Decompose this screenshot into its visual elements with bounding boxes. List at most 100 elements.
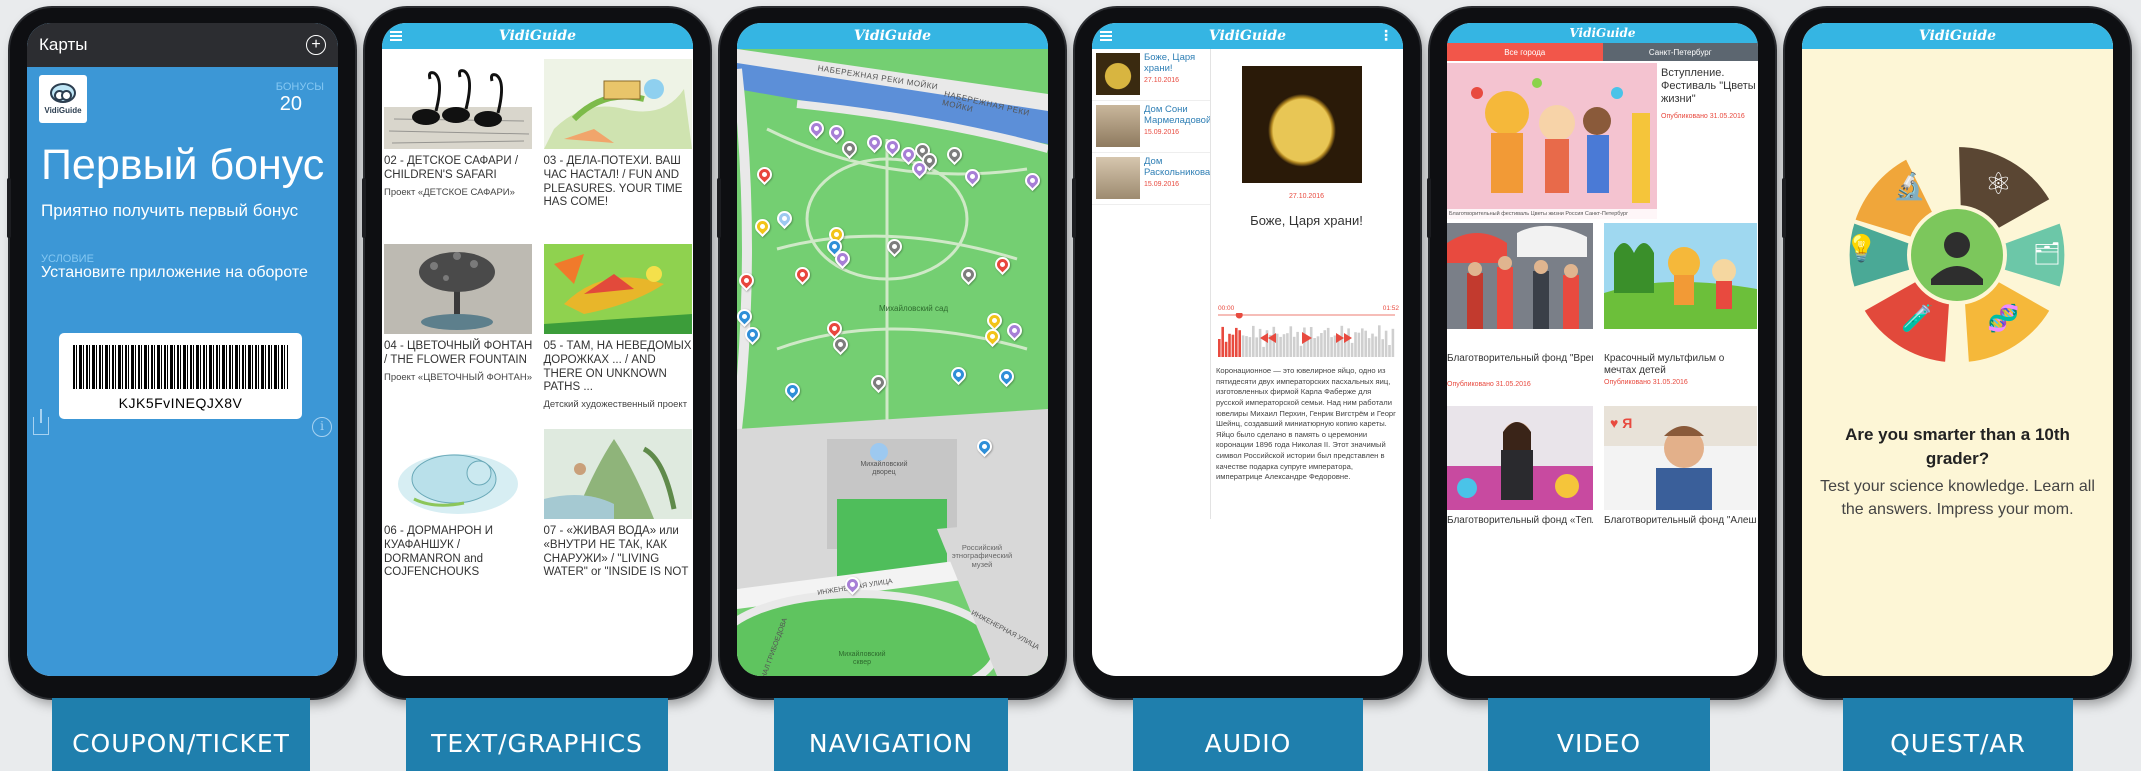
dna-icon[interactable]: 🧬 xyxy=(1987,303,2019,334)
info-icon[interactable]: i xyxy=(312,417,332,437)
waveform-bar xyxy=(1384,330,1388,357)
quest-heading: Are you smarter than a 10th grader? xyxy=(1845,425,2070,468)
faberge-egg-image xyxy=(1242,66,1362,183)
project-card[interactable]: 06 - ДОРМАНРОН И КУАФАНШУК / DORMANRON a… xyxy=(384,429,534,602)
video-thumb[interactable] xyxy=(1447,223,1593,329)
phone-coupon: Карты + VidiGuide БОНУСЫ 20 Первый бонус… xyxy=(7,8,355,698)
share-icon[interactable] xyxy=(33,409,49,435)
project-title: 03 - ДЕЛА-ПОТЕХИ. ВАШ ЧАС НАСТАЛ! / FUN … xyxy=(543,155,683,209)
quest-view: VidiGuide 🔬 ⚛ 🗂 🧬 🧪 💡 Are you smarter th… xyxy=(1802,23,2113,676)
video-date: Опубликовано 31.05.2016 xyxy=(1604,379,1688,386)
phone-audio: VidiGuide ⋮ Боже, Царя храни! 27.10.2016… xyxy=(1072,8,1420,698)
waveform-bar xyxy=(1275,333,1279,357)
video-thumb[interactable] xyxy=(1604,223,1757,329)
text-graphics-screen: VidiGuide 02 - ДЕТСКОЕ САФАРИ / CHILDREN… xyxy=(382,23,693,676)
waveform-bar xyxy=(1282,334,1286,357)
project-card[interactable]: 03 - ДЕЛА-ПОТЕХИ. ВАШ ЧАС НАСТАЛ! / FUN … xyxy=(543,59,694,232)
project-subtitle: Проект «ЦВЕТОЧНЫЙ ФОНТАН» xyxy=(384,371,532,383)
faberge-egg-thumb xyxy=(1096,53,1140,95)
map-label-square: Михайловский сквер xyxy=(838,651,886,666)
flask-icon[interactable]: 🧪 xyxy=(1901,303,1933,334)
waveform-bar xyxy=(1228,333,1231,357)
phone-quest-ar: VidiGuide 🔬 ⚛ 🗂 🧬 🧪 💡 Are you smarter th… xyxy=(1782,8,2130,698)
map-label-palace: Михайловский дворец xyxy=(860,461,908,476)
video-thumb[interactable]: ♥ Я xyxy=(1604,406,1757,510)
phone-text-graphics: VidiGuide 02 - ДЕТСКОЕ САФАРИ / CHILDREN… xyxy=(362,8,710,698)
atom-icon[interactable]: ⚛ xyxy=(1985,167,2012,202)
audio-item-title: Боже, Царя храни! xyxy=(1144,52,1196,74)
menu-icon[interactable] xyxy=(1100,31,1112,41)
waveform-bar xyxy=(1381,339,1384,357)
project-grid: 02 - ДЕТСКОЕ САФАРИ / CHILDREN'S SAFARI … xyxy=(382,49,693,602)
waveform-bar xyxy=(1224,341,1228,357)
fun-pleasures-illustration xyxy=(543,59,692,149)
dormanron-illustration xyxy=(384,429,532,519)
waveform-bar xyxy=(1252,325,1255,357)
app-header: VidiGuide xyxy=(1802,23,2113,49)
video-title[interactable]: Благотворительный фонд "Время жить" xyxy=(1447,353,1593,365)
waveform-bar xyxy=(1388,345,1391,357)
coupon-subtitle: Приятно получить первый бонус xyxy=(41,201,299,220)
featured-title[interactable]: Вступление. Фестиваль "Цветы жизни" xyxy=(1661,67,1757,107)
audio-list-item[interactable]: Боже, Царя храни! 27.10.2016 xyxy=(1092,49,1210,101)
waveform-bar xyxy=(1235,327,1238,357)
project-card[interactable]: 02 - ДЕТСКОЕ САФАРИ / CHILDREN'S SAFARI … xyxy=(384,59,534,232)
waveform-bar xyxy=(1371,333,1374,357)
flower-fountain-photo xyxy=(384,244,532,334)
waveform-bar xyxy=(1248,337,1252,357)
time-start: 00:00 xyxy=(1218,305,1235,312)
audio-item-title: Дом Раскольникова xyxy=(1144,156,1211,178)
waveform-bar xyxy=(1347,328,1350,357)
progress-knob[interactable] xyxy=(1235,311,1243,319)
waveform-bar xyxy=(1330,337,1333,357)
waveform-bar xyxy=(1361,328,1364,357)
app-title: VidiGuide xyxy=(498,28,577,44)
app-title: VidiGuide xyxy=(1569,26,1636,40)
audio-player[interactable] xyxy=(1218,311,1395,357)
add-icon[interactable]: + xyxy=(306,35,326,55)
app-title: VidiGuide xyxy=(853,28,932,44)
svg-text:♥ Я: ♥ Я xyxy=(1610,415,1632,431)
waveform-bar xyxy=(1218,339,1221,357)
app-header: VidiGuide xyxy=(1447,23,1758,43)
project-card[interactable]: 05 - ТАМ, НА НЕВЕДОМЫХ ДОРОЖКАХ ... / AN… xyxy=(543,244,694,417)
waveform-bar xyxy=(1231,334,1235,357)
waveform-bar xyxy=(1286,333,1289,357)
video-title[interactable]: Благотворительный фонд "Алеша xyxy=(1604,515,1757,526)
city-tabs: Все города Санкт-Петербург xyxy=(1447,43,1758,61)
bonus-value: 20 xyxy=(279,93,302,115)
waveform-bar xyxy=(1367,338,1371,357)
lightbulb-icon[interactable]: 💡 xyxy=(1845,233,1877,264)
tab-saint-petersburg[interactable]: Санкт-Петербург xyxy=(1602,43,1758,61)
waveform-bar xyxy=(1364,330,1367,357)
waveform-bar xyxy=(1316,336,1320,357)
tab-all-cities[interactable]: Все города xyxy=(1447,43,1603,61)
audio-detail-body: Коронационное — это ювелирное яйцо, одно… xyxy=(1216,366,1396,482)
video-thumb[interactable] xyxy=(1447,406,1593,510)
waveform-bar xyxy=(1354,332,1357,357)
waveform-bar xyxy=(1374,336,1378,357)
category-wheel[interactable]: 🔬 ⚛ 🗂 🧬 🧪 💡 xyxy=(1835,133,2080,378)
barcode: KJK5FvINEQJX8V xyxy=(59,333,302,419)
project-card[interactable]: 04 - ЦВЕТОЧНЫЙ ФОНТАН / THE FLOWER FOUNT… xyxy=(384,244,534,417)
waveform-bar xyxy=(1255,337,1258,357)
project-title: 07 - «ЖИВАЯ ВОДА» или «ВНУТРИ НЕ ТАК, КА… xyxy=(543,525,689,579)
label-text-graphics: TEXT/GRAPHICS xyxy=(406,698,668,771)
map-view[interactable]: НАБЕРЕЖНАЯ РЕКИ МОЙКИ НАБЕРЕЖНАЯ РЕКИ МО… xyxy=(737,49,1048,676)
video-title[interactable]: Красочный мультфильм о мечтах детей xyxy=(1604,353,1757,377)
condition-value: Установите приложение на обороте xyxy=(41,264,308,281)
audio-item-date: 27.10.2016 xyxy=(1144,76,1180,84)
audio-detail-title: Боже, Царя храни! xyxy=(1250,213,1363,228)
project-card[interactable]: 07 - «ЖИВАЯ ВОДА» или «ВНУТРИ НЕ ТАК, КА… xyxy=(543,429,694,602)
audio-list-item[interactable]: Дом Сони Мармеладовой 15.09.2016 xyxy=(1092,101,1211,153)
video-title[interactable]: Благотворительный фонд «Теплый xyxy=(1447,515,1593,526)
more-icon[interactable]: ⋮ xyxy=(1379,28,1393,44)
menu-icon[interactable] xyxy=(390,31,402,41)
app-title: VidiGuide xyxy=(1208,28,1287,44)
audio-list-item[interactable]: Дом Раскольникова 15.09.2016 xyxy=(1092,153,1210,205)
microscope-icon[interactable]: 🔬 xyxy=(1893,171,1925,202)
waveform-bar xyxy=(1391,328,1395,357)
audio-item-date: 15.09.2016 xyxy=(1144,180,1180,188)
folder-icon[interactable]: 🗂 xyxy=(2033,241,2061,267)
featured-video-thumb[interactable]: Благотворительный фестиваль Цветы жизни … xyxy=(1447,63,1657,219)
